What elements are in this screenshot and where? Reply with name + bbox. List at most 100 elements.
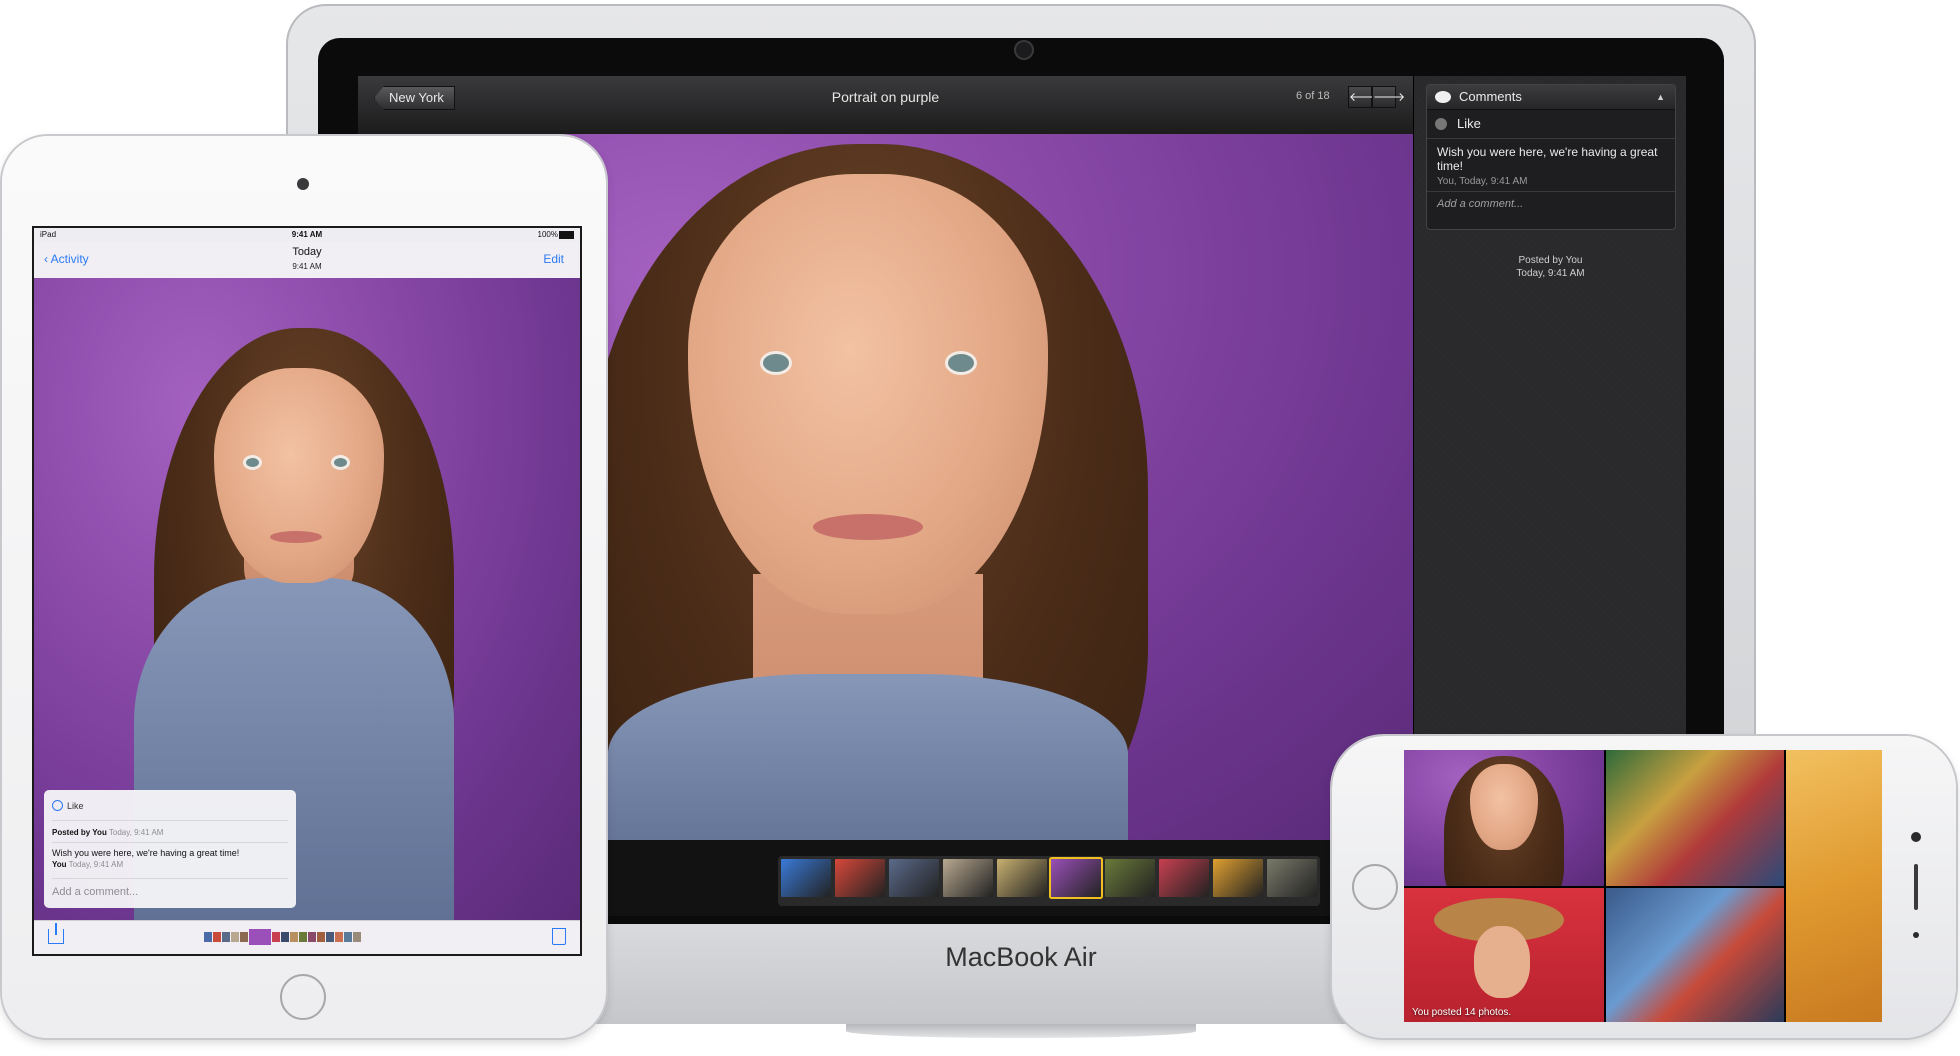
nav-title: Today: [292, 246, 322, 258]
photo-lips: [813, 514, 923, 540]
filmstrip-thumbnail[interactable]: [997, 859, 1047, 897]
thumbnail[interactable]: [353, 932, 361, 942]
thumbnail[interactable]: [204, 932, 212, 942]
posted-info: Posted by You Today, 9:41 AM: [1414, 254, 1686, 280]
iphone-camera-icon: [1911, 832, 1921, 842]
battery-icon: [559, 231, 574, 239]
photo-eye-left: [246, 458, 259, 467]
thumbnail[interactable]: [231, 932, 239, 942]
status-time: 9:41 AM: [291, 230, 323, 239]
comment-meta: You Today, 9:41 AM: [52, 860, 123, 869]
photo-tile[interactable]: [1606, 888, 1784, 1022]
photos-caption: You posted 14 photos.: [1412, 1007, 1512, 1018]
filmstrip-thumbnail[interactable]: [1267, 859, 1317, 897]
photo-eye-right: [334, 458, 347, 467]
photo-face: [1470, 764, 1538, 850]
photo-title: Portrait on purple: [831, 89, 940, 105]
photo-titlebar: New York Portrait on purple 6 of 18 🡐 🡒: [358, 76, 1413, 135]
filmstrip-thumbnail[interactable]: [781, 859, 831, 897]
battery-percent: 100%: [537, 230, 558, 239]
photo-eye-right: [948, 354, 974, 372]
navigation-bar: ‹ Activity Today 9:41 AM Edit: [34, 242, 580, 279]
thumbnail[interactable]: [240, 932, 248, 942]
previous-arrow-icon[interactable]: 🡐: [1348, 86, 1381, 108]
photo-tile[interactable]: [1606, 750, 1784, 886]
macbook-camera-icon: [1016, 42, 1032, 58]
smiley-icon: [52, 800, 63, 811]
photo-tile[interactable]: [1404, 750, 1604, 886]
comment-time: Today, 9:41 AM: [68, 860, 124, 869]
iphone-screen: You posted 14 photos.: [1404, 750, 1882, 1022]
comment-card: Like Posted by You Today, 9:41 AM Wish y…: [44, 790, 296, 908]
like-button[interactable]: Like: [1427, 110, 1675, 139]
iphone-device: You posted 14 photos.: [1332, 736, 1956, 1038]
posted-by: Posted by You: [52, 828, 107, 837]
bottom-toolbar: [34, 920, 580, 954]
filmstrip-thumbnail[interactable]: [889, 859, 939, 897]
posted-info: Posted by You Today, 9:41 AM: [52, 828, 163, 837]
photo-face: [214, 368, 384, 583]
thumbnail[interactable]: [249, 929, 271, 945]
thumbnail-strip: [204, 929, 361, 945]
filmstrip-thumbnail[interactable]: [1159, 859, 1209, 897]
ipad-screen: iPad 9:41 AM 100% ‹ Activity Today 9:41 …: [32, 226, 582, 956]
posted-by: Posted by You: [1518, 255, 1583, 266]
comment-text: Wish you were here, we're having a great…: [1437, 145, 1658, 173]
thumbnail[interactable]: [317, 932, 325, 942]
filmstrip-thumbnail[interactable]: [1213, 859, 1263, 897]
product-lineup-scene: New York Portrait on purple 6 of 18 🡐 🡒: [0, 0, 1960, 1056]
next-arrow-icon[interactable]: 🡒: [1372, 86, 1405, 108]
thumbnail[interactable]: [344, 932, 352, 942]
comment-text: Wish you were here, we're having a great…: [52, 848, 240, 858]
comment-author: You: [52, 860, 67, 869]
comments-header[interactable]: Comments ▲: [1427, 85, 1675, 110]
home-button[interactable]: [280, 974, 326, 1020]
thumbnail[interactable]: [299, 932, 307, 942]
comment-meta: You, Today, 9:41 AM: [1427, 173, 1675, 192]
photo-face: [688, 174, 1048, 614]
like-label: Like: [1457, 116, 1481, 131]
comments-header-label: Comments: [1459, 89, 1522, 104]
posted-time: Today, 9:41 AM: [108, 828, 164, 837]
photo-counter: 6 of 18: [1296, 90, 1330, 102]
thumbnail[interactable]: [326, 932, 334, 942]
ipad-device: iPad 9:41 AM 100% ‹ Activity Today 9:41 …: [2, 136, 606, 1038]
collapse-caret-icon[interactable]: ▲: [1656, 85, 1665, 109]
nav-subtitle: 9:41 AM: [292, 262, 322, 271]
macbook-foot: [846, 1024, 1196, 1038]
divider: [52, 878, 288, 879]
posted-time: Today, 9:41 AM: [1516, 268, 1585, 279]
share-icon[interactable]: [48, 923, 64, 944]
comments-panel: Comments ▲ Like Wish you were here, we'r…: [1426, 84, 1676, 230]
speech-bubble-icon: [1435, 91, 1451, 103]
add-comment-field[interactable]: Add a comment...: [1427, 192, 1675, 216]
thumbnail[interactable]: [213, 932, 221, 942]
trash-icon[interactable]: [552, 928, 566, 945]
add-comment-field[interactable]: Add a comment...: [52, 886, 138, 898]
photo-lips: [270, 531, 322, 543]
photo-face: [1474, 926, 1530, 998]
filmstrip-thumbnail[interactable]: [1105, 859, 1155, 897]
thumbnail[interactable]: [281, 932, 289, 942]
photo-tile[interactable]: [1404, 888, 1604, 1022]
filmstrip-thumbnail[interactable]: [943, 859, 993, 897]
thumbnail[interactable]: [290, 932, 298, 942]
thumbnail[interactable]: [222, 932, 230, 942]
edit-button[interactable]: Edit: [543, 252, 564, 266]
thumbnail[interactable]: [272, 932, 280, 942]
status-bar: iPad 9:41 AM 100%: [34, 228, 580, 242]
photo-tile[interactable]: [1786, 750, 1882, 1022]
thumbnail[interactable]: [308, 932, 316, 942]
filmstrip-thumbnail[interactable]: [835, 859, 885, 897]
photo-eye-left: [763, 354, 789, 372]
like-button[interactable]: Like: [52, 800, 84, 811]
smiley-icon: [1435, 118, 1447, 130]
iphone-sensor: [1913, 932, 1919, 938]
thumbnail[interactable]: [335, 932, 343, 942]
photo-shirt: [608, 674, 1128, 840]
divider: [52, 842, 288, 843]
filmstrip: [778, 856, 1320, 906]
filmstrip-thumbnail[interactable]: [1051, 859, 1101, 897]
home-button[interactable]: [1352, 864, 1398, 910]
iphone-speaker: [1914, 864, 1918, 910]
